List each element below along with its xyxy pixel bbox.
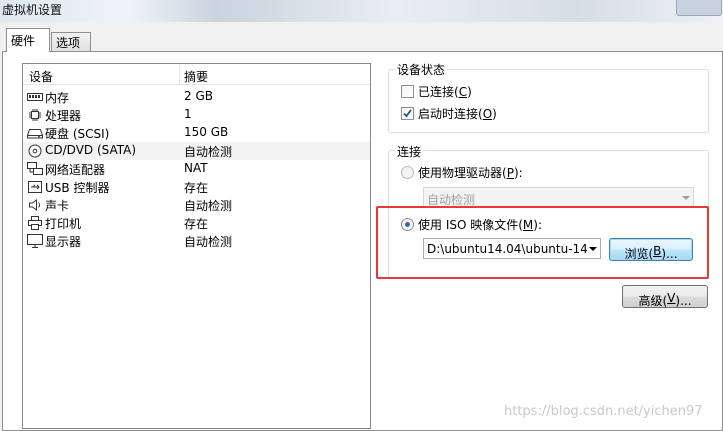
device-name: 内存 bbox=[45, 91, 70, 105]
device-row-sound-card[interactable]: 声卡 自动检测 bbox=[23, 196, 370, 214]
device-name: 硬盘 (SCSI) bbox=[45, 127, 110, 141]
usb-icon bbox=[27, 180, 43, 194]
annotation-highlight-box bbox=[376, 206, 709, 279]
device-summary: 自动检测 bbox=[184, 199, 233, 213]
processor-icon bbox=[27, 108, 43, 122]
device-row-display[interactable]: 显示器 自动检测 bbox=[23, 232, 370, 250]
tab-hardware-label: 硬件 bbox=[11, 34, 36, 48]
watermark: https://blog.csdn.net/yichen97 bbox=[504, 404, 703, 419]
hard-disk-icon bbox=[27, 126, 43, 140]
window-title: 虚拟机设置 bbox=[2, 3, 63, 17]
device-summary: 存在 bbox=[184, 217, 209, 231]
device-row-printer[interactable]: 打印机 存在 bbox=[23, 214, 370, 232]
device-list[interactable]: 设备 摘要 内存 2 GB 处理器 1 硬盘 (SCSI) 150 GB CD/… bbox=[22, 63, 371, 429]
display-icon bbox=[27, 234, 43, 248]
device-summary: 自动检测 bbox=[184, 145, 233, 159]
connected-checkbox[interactable] bbox=[401, 85, 414, 98]
device-name: 声卡 bbox=[45, 199, 70, 213]
device-summary: NAT bbox=[184, 161, 208, 175]
connect-at-power-on-label[interactable]: 启动时连接(O) bbox=[418, 105, 497, 122]
device-row-network-adapter[interactable]: 网络适配器 NAT bbox=[23, 160, 370, 178]
device-summary: 自动检测 bbox=[184, 235, 233, 249]
device-summary: 150 GB bbox=[184, 125, 229, 139]
physical-drive-radio[interactable] bbox=[401, 166, 414, 179]
window-titlebar: 虚拟机设置 bbox=[0, 0, 723, 22]
connected-label[interactable]: 已连接(C) bbox=[418, 83, 472, 100]
column-divider[interactable] bbox=[179, 64, 180, 85]
physical-drive-label[interactable]: 使用物理驱动器(P): bbox=[418, 164, 523, 181]
device-name: 处理器 bbox=[45, 109, 82, 123]
device-row-usb-controller[interactable]: USB 控制器 存在 bbox=[23, 178, 370, 196]
device-summary: 存在 bbox=[184, 181, 209, 195]
connect-at-power-on-checkbox[interactable] bbox=[401, 107, 414, 120]
network-adapter-icon bbox=[27, 162, 43, 176]
sound-card-icon bbox=[27, 198, 43, 212]
device-name: 打印机 bbox=[45, 217, 82, 231]
tab-hardware[interactable]: 硬件 bbox=[6, 28, 50, 52]
physical-drive-select[interactable]: 自动检测 bbox=[423, 187, 694, 208]
window-control-button[interactable] bbox=[676, 0, 722, 16]
device-row-hard-disk[interactable]: 硬盘 (SCSI) 150 GB bbox=[23, 124, 370, 142]
tab-options[interactable]: 选项 bbox=[51, 32, 91, 51]
chevron-down-icon bbox=[682, 196, 690, 200]
device-summary: 2 GB bbox=[184, 89, 213, 103]
device-row-cd-dvd[interactable]: CD/DVD (SATA) 自动检测 bbox=[23, 142, 370, 160]
memory-icon bbox=[27, 90, 43, 104]
advanced-button[interactable]: 高级(V)... bbox=[622, 285, 708, 308]
device-name: 网络适配器 bbox=[45, 163, 106, 177]
device-status-title: 设备状态 bbox=[395, 61, 448, 78]
device-name: 显示器 bbox=[45, 235, 82, 249]
device-row-processor[interactable]: 处理器 1 bbox=[23, 106, 370, 124]
column-header-device[interactable]: 设备 bbox=[29, 68, 53, 85]
printer-icon bbox=[27, 216, 43, 230]
tab-options-label: 选项 bbox=[56, 36, 81, 50]
column-header-summary[interactable]: 摘要 bbox=[184, 68, 208, 85]
device-name: USB 控制器 bbox=[45, 181, 110, 195]
device-row-memory[interactable]: 内存 2 GB bbox=[23, 88, 370, 106]
device-status-group bbox=[388, 69, 709, 133]
device-summary: 1 bbox=[184, 107, 192, 121]
device-list-header: 设备 摘要 bbox=[23, 64, 370, 85]
device-name: CD/DVD (SATA) bbox=[45, 143, 137, 157]
connection-title: 连接 bbox=[395, 143, 424, 160]
checkmark-icon bbox=[403, 109, 412, 118]
cd-dvd-icon bbox=[27, 144, 43, 158]
